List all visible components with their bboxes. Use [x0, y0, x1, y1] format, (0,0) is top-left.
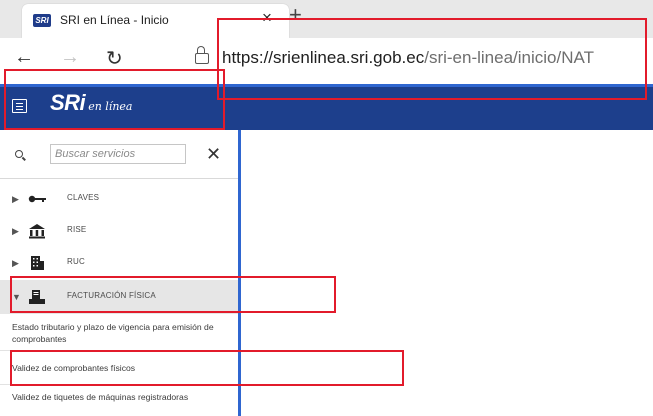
- search-input[interactable]: [50, 144, 186, 164]
- sidebar-item-label: CLAVES: [67, 193, 100, 202]
- tab-title: SRI en Línea - Inicio: [60, 13, 169, 27]
- sidebar-item-label: RUC: [67, 257, 85, 266]
- search-icon: [15, 150, 23, 158]
- key-icon: [28, 195, 46, 203]
- sidebar-item-label: RISE: [67, 225, 87, 234]
- submenu-item-estado-tributario[interactable]: Estado tributario y plazo de vigencia pa…: [0, 320, 238, 354]
- divider: [0, 178, 238, 179]
- submenu-item-validez-tiquetes[interactable]: Validez de tiquetes de máquinas registra…: [0, 388, 238, 416]
- highlight-box-menu-logo: [4, 69, 225, 130]
- submenu-item-label: Estado tributario y plazo de vigencia pa…: [12, 322, 214, 344]
- highlight-box-facturacion: [10, 276, 336, 313]
- sidebar-item-claves[interactable]: ▶ CLAVES: [0, 182, 238, 216]
- building-icon: [29, 224, 45, 239]
- office-icon: [31, 256, 44, 270]
- reload-icon[interactable]: ↻: [106, 46, 123, 71]
- highlight-box-validez: [10, 350, 404, 386]
- back-arrow-icon[interactable]: ←: [14, 46, 34, 69]
- sidebar-item-ruc[interactable]: ▶ RUC: [0, 246, 238, 280]
- sri-favicon-icon: SRI: [33, 14, 51, 27]
- highlight-box-url: [217, 18, 647, 100]
- caret-right-icon: ▶: [12, 194, 19, 204]
- forward-arrow-icon[interactable]: →: [60, 46, 80, 69]
- clear-search-icon[interactable]: ✕: [206, 144, 221, 164]
- sidebar-search: ✕: [0, 144, 238, 168]
- caret-right-icon: ▶: [12, 258, 19, 268]
- submenu-item-label: Validez de tiquetes de máquinas registra…: [12, 392, 189, 402]
- sidebar-item-rise[interactable]: ▶ RISE: [0, 214, 238, 248]
- lock-icon[interactable]: [195, 46, 209, 64]
- caret-right-icon: ▶: [12, 226, 19, 236]
